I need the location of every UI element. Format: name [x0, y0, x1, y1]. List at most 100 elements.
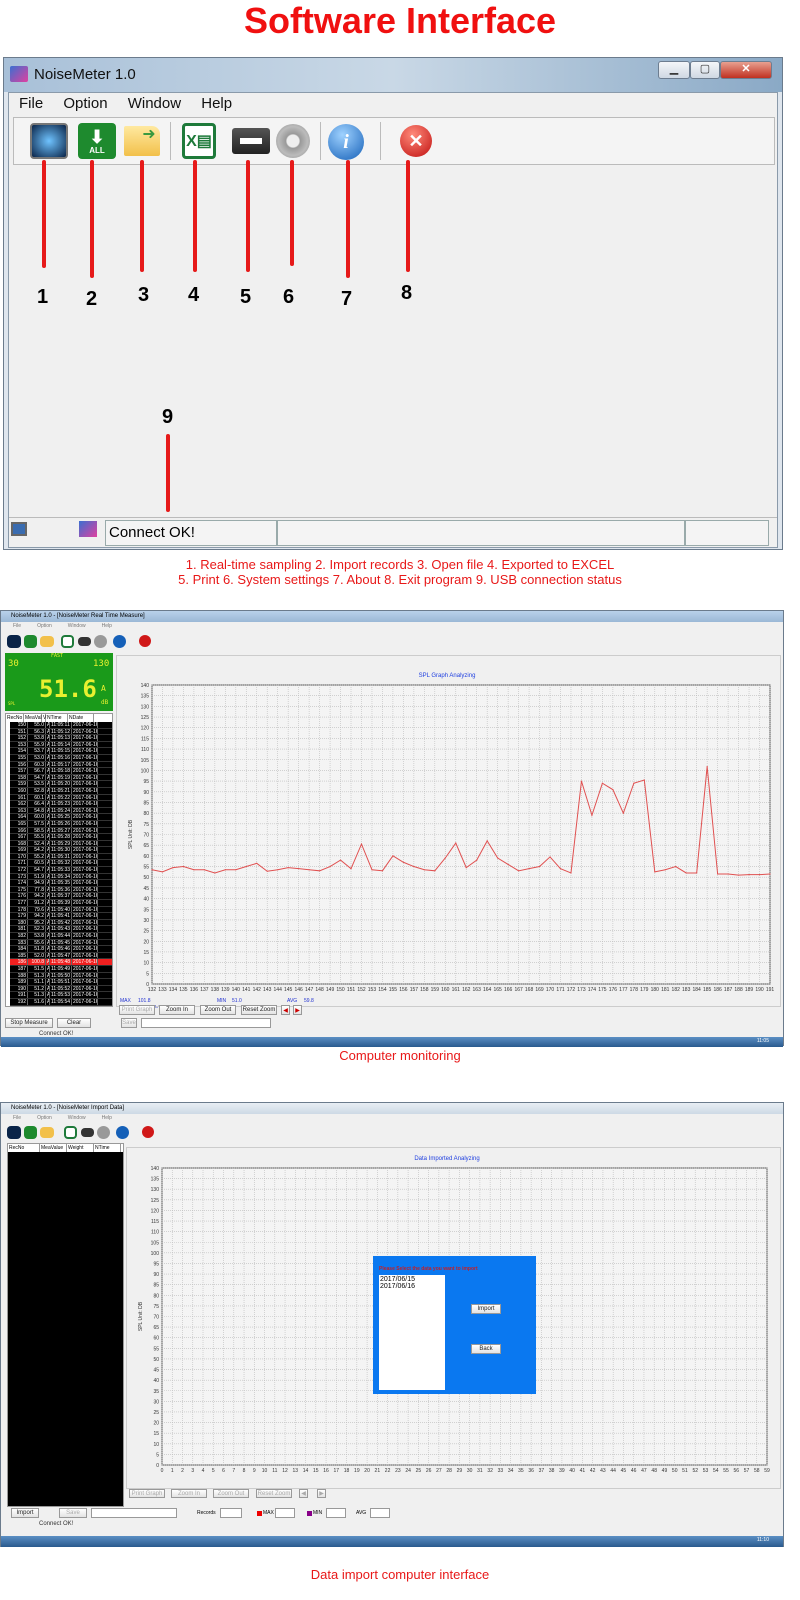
column-header[interactable]: NDate: [68, 714, 94, 722]
print-icon[interactable]: [232, 128, 270, 154]
import-button[interactable]: Import: [11, 1508, 39, 1518]
minimize-button[interactable]: ▁: [658, 61, 690, 79]
table-row[interactable]: 15953.5A11:05:202017-06-16: [10, 781, 112, 788]
date-option[interactable]: 2017/06/16: [380, 1283, 444, 1290]
column-header[interactable]: Weight: [67, 1144, 94, 1152]
table-row[interactable]: 18951.1A11:05:512017-06-16: [10, 979, 112, 986]
table-row[interactable]: 18451.8A11:05:462017-06-16: [10, 946, 112, 953]
column-header[interactable]: NTime: [94, 1144, 121, 1152]
table-row[interactable]: 17577.8A11:05:362017-06-16: [10, 886, 112, 894]
save-button[interactable]: Save: [121, 1018, 137, 1028]
table-row[interactable]: 16052.8A11:05:212017-06-16: [10, 787, 112, 795]
open-file-icon[interactable]: [40, 636, 54, 647]
dialog-back-button[interactable]: Back: [471, 1344, 501, 1354]
table-row[interactable]: 16160.1A11:05:222017-06-16: [10, 794, 112, 802]
table-row[interactable]: 15156.3A11:05:122017-06-16: [10, 728, 112, 736]
table-row[interactable]: 16755.5A11:05:282017-06-16: [10, 834, 112, 841]
import-records-icon[interactable]: ⬇ ALL: [78, 123, 116, 159]
table-row[interactable]: 15355.9A11:05:142017-06-16: [10, 741, 112, 749]
close-window-button[interactable]: ✕: [720, 61, 772, 79]
table-row[interactable]: 17494.9A11:05:352017-06-16: [10, 880, 112, 887]
max-field[interactable]: [275, 1508, 295, 1518]
menu-help[interactable]: Help: [102, 623, 112, 629]
column-header[interactable]: RecNo: [6, 714, 24, 722]
table-row[interactable]: 17254.7A11:05:332017-06-16: [10, 867, 112, 874]
menu-help[interactable]: Help: [102, 1115, 112, 1121]
realtime-sampling-icon[interactable]: [7, 635, 21, 648]
menu-window[interactable]: Window: [68, 623, 86, 629]
zoom-in-button[interactable]: Zoom In: [159, 1005, 195, 1015]
zoom-out-button[interactable]: Zoom Out: [200, 1005, 236, 1015]
settings-gear-icon[interactable]: [276, 124, 310, 158]
about-info-icon[interactable]: i: [328, 124, 364, 160]
open-file-icon[interactable]: ➜: [124, 126, 160, 156]
reset-zoom-button[interactable]: Reset Zoom: [256, 1489, 292, 1498]
settings-gear-icon[interactable]: [97, 1126, 110, 1139]
settings-gear-icon[interactable]: [94, 635, 107, 648]
menu-window[interactable]: Window: [68, 1115, 86, 1121]
table-row[interactable]: 15756.7A11:05:182017-06-16: [10, 768, 112, 775]
print-graph-button[interactable]: Print Graph: [119, 1005, 155, 1015]
menu-option[interactable]: Option: [63, 95, 107, 112]
table-row[interactable]: 17694.2A11:05:372017-06-16: [10, 893, 112, 901]
menu-file[interactable]: File: [13, 1115, 21, 1121]
print-icon[interactable]: [78, 637, 91, 646]
excel-export-icon[interactable]: [61, 635, 74, 648]
table-row[interactable]: 15660.3A11:05:172017-06-16: [10, 761, 112, 769]
table-row[interactable]: 16954.2A11:05:302017-06-16: [10, 847, 112, 854]
table-row[interactable]: 18851.3A11:05:502017-06-16: [10, 972, 112, 980]
table-row[interactable]: 16852.4A11:05:292017-06-16: [10, 840, 112, 848]
stop-measure-button[interactable]: Stop Measure: [5, 1018, 53, 1028]
import-records-icon[interactable]: [24, 635, 37, 648]
table-row[interactable]: 15253.8A11:05:132017-06-16: [10, 735, 112, 742]
table-row[interactable]: 19051.2A11:05:522017-06-16: [10, 985, 112, 993]
table-row[interactable]: 19151.3A11:05:532017-06-16: [10, 992, 112, 999]
table-row[interactable]: 16460.0A11:05:252017-06-16: [10, 814, 112, 821]
table-row[interactable]: 18152.3A11:05:432017-06-16: [10, 926, 112, 933]
column-header[interactable]: MeaVal: [24, 714, 42, 722]
table-row[interactable]: 15453.7A11:05:152017-06-16: [10, 748, 112, 755]
min-field[interactable]: [326, 1508, 346, 1518]
scroll-right-button[interactable]: ▶: [293, 1005, 302, 1015]
table-row[interactable]: 15553.0A11:05:162017-06-16: [10, 754, 112, 762]
avg-field[interactable]: [370, 1508, 390, 1518]
import-records-icon[interactable]: [24, 1126, 37, 1139]
save-path-input[interactable]: [91, 1508, 177, 1518]
menu-help[interactable]: Help: [201, 95, 232, 112]
table-row[interactable]: 18552.0A11:05:472017-06-16: [10, 952, 112, 960]
table-row[interactable]: 17879.6A11:05:402017-06-16: [10, 906, 112, 914]
zoom-in-button[interactable]: Zoom In: [171, 1489, 207, 1498]
scroll-left-button[interactable]: ◀: [281, 1005, 290, 1015]
save-path-input[interactable]: [141, 1018, 271, 1028]
date-option[interactable]: 2017/06/15: [380, 1276, 444, 1283]
about-info-icon[interactable]: [116, 1126, 129, 1139]
save-button[interactable]: Save: [59, 1508, 87, 1518]
table-row[interactable]: 15854.7A11:05:192017-06-16: [10, 774, 112, 782]
menu-file[interactable]: File: [19, 95, 43, 112]
table-row[interactable]: 17351.9A11:05:342017-06-16: [10, 873, 112, 881]
maximize-button[interactable]: ▢: [690, 61, 720, 79]
realtime-sampling-icon[interactable]: [7, 1126, 21, 1139]
table-row[interactable]: 18751.5A11:05:492017-06-16: [10, 965, 112, 973]
table-row[interactable]: 17994.2A11:05:412017-06-16: [10, 913, 112, 920]
dialog-import-button[interactable]: Import: [471, 1304, 501, 1314]
exit-icon[interactable]: [142, 1126, 154, 1138]
excel-export-icon[interactable]: X▤: [182, 123, 216, 159]
print-icon[interactable]: [81, 1128, 94, 1137]
table-row[interactable]: 18095.2A11:05:422017-06-16: [10, 919, 112, 927]
exit-icon[interactable]: ✕: [400, 125, 432, 157]
table-row[interactable]: 18355.6A11:05:452017-06-16: [10, 939, 112, 947]
table-row[interactable]: 186100.8A11:05:482017-06-16: [10, 959, 112, 966]
realtime-sampling-icon[interactable]: [30, 123, 68, 159]
menu-file[interactable]: File: [13, 623, 21, 629]
column-header[interactable]: MeaValue: [40, 1144, 67, 1152]
column-header[interactable]: RecNo: [8, 1144, 40, 1152]
table-row[interactable]: 15055.0A11:05:112017-06-16: [10, 722, 112, 729]
scroll-right-button[interactable]: ▶: [317, 1489, 326, 1498]
exit-icon[interactable]: [139, 635, 151, 647]
table-row[interactable]: 16266.4A11:05:232017-06-16: [10, 801, 112, 808]
table-row[interactable]: 17791.2A11:05:392017-06-16: [10, 900, 112, 907]
records-field[interactable]: [220, 1508, 242, 1518]
menu-window[interactable]: Window: [128, 95, 181, 112]
date-listbox[interactable]: 2017/06/15 2017/06/16: [379, 1275, 445, 1390]
